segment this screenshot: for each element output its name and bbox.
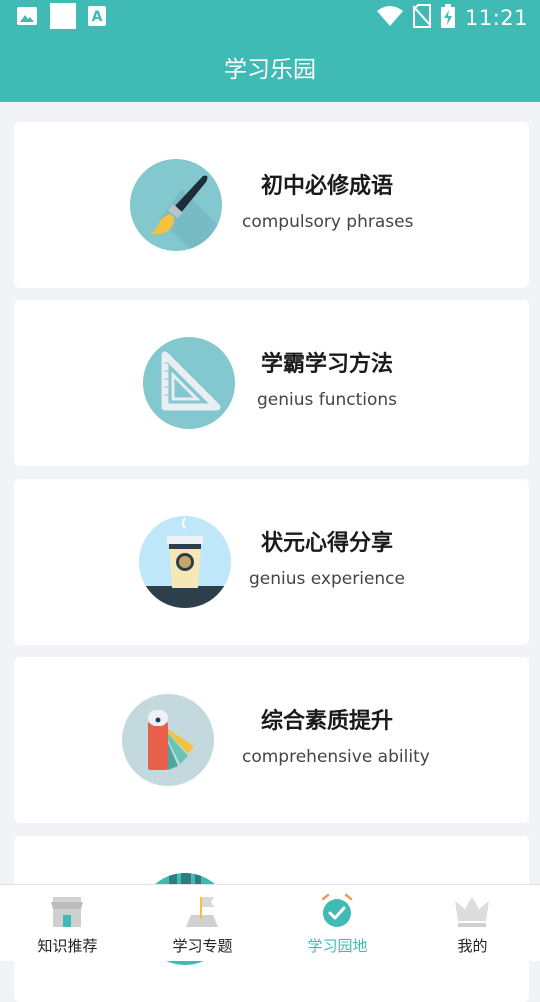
status-bar: A 11:21 [0,0,540,36]
triangle-ruler-icon [143,337,235,429]
no-sim-icon [412,4,432,32]
card-title: 学霸学习方法 [260,352,393,377]
card-text: 初中必修成语 compulsory phrases [242,172,414,234]
card-subtitle: genius experience [248,569,405,589]
card-text: 综合素质提升 comprehensive ability [242,707,430,769]
tab-label: 我的 [457,937,488,955]
card-genius-functions[interactable]: 学霸学习方法 genius functions [14,300,529,466]
tab-mine[interactable]: 我的 [405,885,540,961]
tab-learning-garden[interactable]: 学习园地 [270,885,405,961]
card-subtitle: comprehensive ability [242,747,430,767]
card-compulsory-phrases[interactable]: 初中必修成语 compulsory phrases [14,122,529,288]
paintbrush-icon [130,159,222,251]
card-text: 学霸学习方法 genius functions [242,350,412,412]
card-genius-experience[interactable]: 状元心得分享 genius experience [14,479,529,645]
flag-icon [183,893,221,929]
font-icon: A [88,6,106,30]
crown-icon [453,893,491,929]
tab-label: 学习园地 [307,937,368,955]
card-comprehensive-ability[interactable]: 综合素质提升 comprehensive ability [14,657,529,823]
alarm-check-icon [318,893,356,929]
svg-text:A: A [92,9,103,25]
card-subtitle: genius functions [256,390,398,410]
card-title: 初中必修成语 [260,174,393,199]
page-title: 学习乐园 [224,57,316,83]
status-right-icons: 11:21 [376,4,528,32]
tab-topics[interactable]: 学习专题 [135,885,270,961]
tab-label: 学习专题 [172,937,233,955]
color-swatch-icon [122,694,214,786]
blank-square-icon [50,3,76,33]
tab-label: 知识推荐 [37,937,98,955]
app-header: A 11:21 学习乐园 [0,0,540,102]
card-subtitle: compulsory phrases [242,212,414,232]
status-left-icons: A [16,3,106,33]
card-title: 状元心得分享 [260,531,393,556]
coffee-cup-icon [139,516,231,608]
card-title: 综合素质提升 [260,709,393,734]
store-icon [48,893,86,929]
wifi-icon [376,5,403,31]
tab-knowledge[interactable]: 知识推荐 [0,885,135,961]
card-text: 状元心得分享 genius experience [242,529,412,591]
status-time: 11:21 [464,6,528,30]
gallery-icon [16,6,38,30]
battery-charging-icon [440,4,455,32]
bottom-tab-bar: 知识推荐 学习专题 学习园地 我的 [0,884,540,961]
